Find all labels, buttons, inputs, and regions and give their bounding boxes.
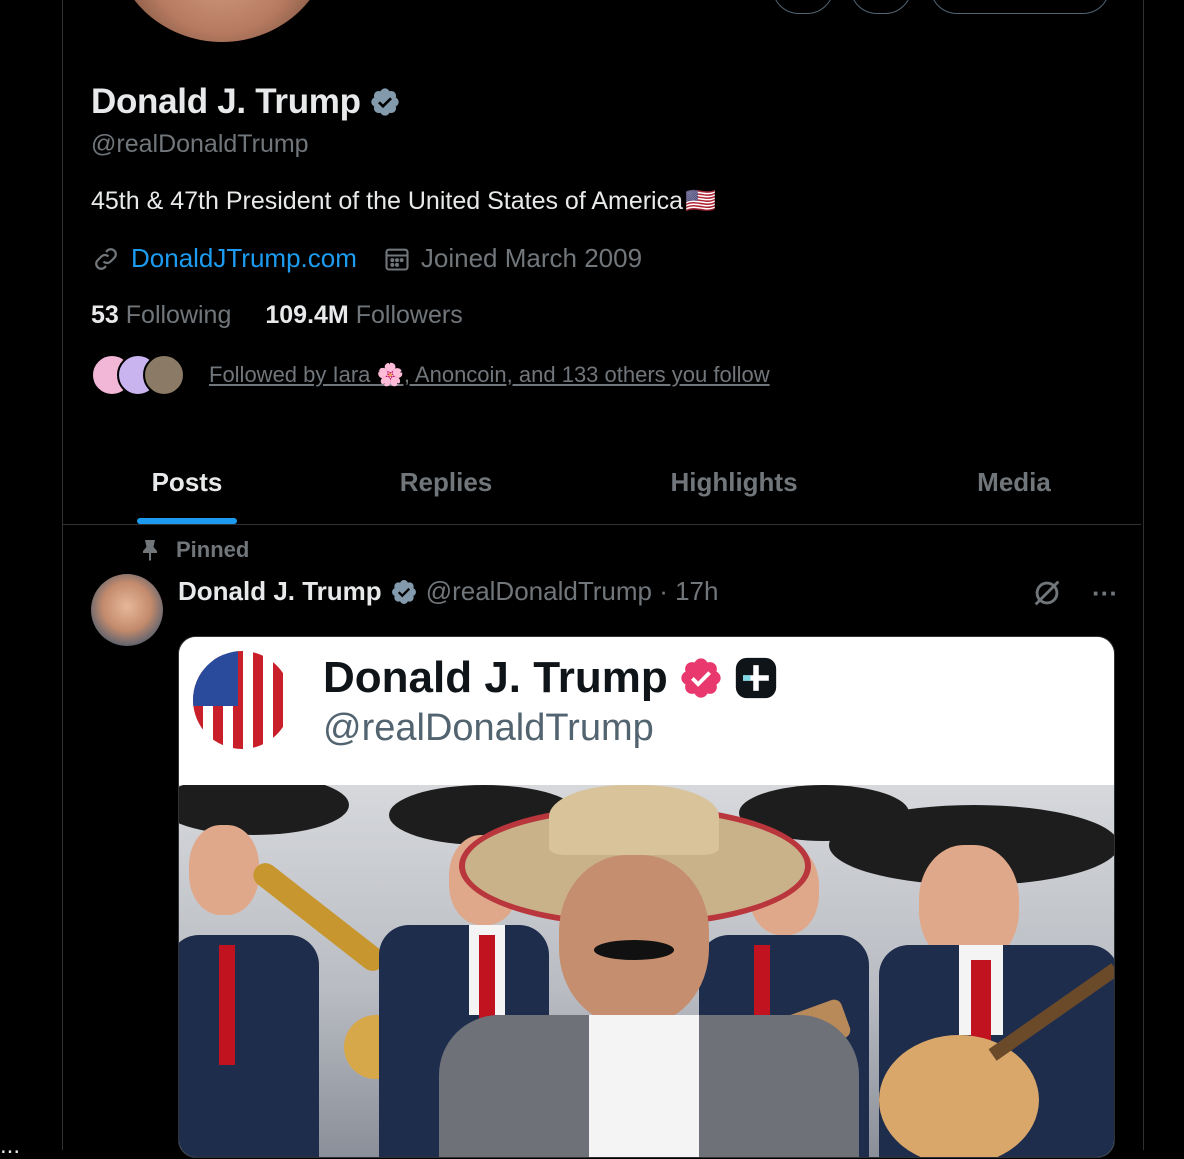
pinned-label: Pinned [176, 537, 250, 562]
follow-counts: 53 Following 109.4M Followers [91, 301, 463, 330]
following-count: 53 [91, 301, 119, 329]
sombrero-left [179, 785, 349, 835]
verified-badge-pink-icon [681, 658, 721, 698]
face-left [189, 825, 259, 915]
bio-text: 45th & 47th President of the United Stat… [91, 187, 684, 215]
followed-by-text[interactable]: Followed by Iara 🌸, Anoncoin, and 133 ot… [209, 362, 770, 388]
embedded-name-row: Donald J. Trump [323, 653, 778, 703]
profile-name: Donald J. Trump [91, 82, 361, 121]
verified-badge-icon[interactable] [369, 86, 401, 118]
following-label: Following [125, 301, 232, 329]
link-icon [95, 247, 117, 270]
profile-tabs: Posts Replies Highlights Media [63, 440, 1141, 525]
profile-bio: 45th & 47th President of the United Stat… [91, 187, 716, 216]
follower-avatar [143, 354, 185, 396]
more-icon[interactable]: ··· [1092, 578, 1118, 609]
suit-left [179, 935, 319, 1157]
center-shirt [589, 1015, 699, 1157]
post-actions: ··· [1030, 576, 1118, 610]
tie-left [219, 945, 235, 1065]
joined-date: Joined March 2009 [420, 243, 643, 273]
post-header: Donald J. Trump @realDonaldTrump · 17h [178, 576, 718, 607]
mariachi-video-frame [179, 785, 1114, 1157]
post-author-name[interactable]: Donald J. Trump [178, 576, 382, 607]
website-link[interactable]: DonaldJTrump.com [131, 243, 357, 274]
center-sombrero-crown [549, 785, 719, 855]
tab-media[interactable]: Media [887, 440, 1141, 524]
embedded-handle: @realDonaldTrump [323, 707, 654, 749]
plus-icon [735, 657, 776, 699]
followed-by-row[interactable]: Followed by Iara 🌸, Anoncoin, and 133 ot… [91, 354, 770, 396]
tab-replies[interactable]: Replies [311, 440, 581, 524]
calendar-icon [385, 248, 409, 271]
followers-label: Followers [355, 301, 463, 329]
verified-badge-icon[interactable] [390, 578, 418, 606]
pin-icon [143, 540, 157, 561]
tab-highlights[interactable]: Highlights [581, 440, 887, 524]
post-author-avatar[interactable] [91, 574, 163, 646]
embedded-profile-card: Donald J. Trump @realDonaldTrump [179, 637, 1114, 785]
us-flag-emoji: 🇺🇸 [685, 187, 717, 215]
guitar-right [879, 1035, 1039, 1157]
pinned-indicator: Pinned [138, 537, 249, 563]
mustache [594, 940, 674, 960]
embedded-name: Donald J. Trump [323, 653, 668, 702]
followers-count: 109.4M [265, 301, 349, 329]
following-link[interactable]: 53 Following [91, 301, 231, 330]
post-handle-time[interactable]: @realDonaldTrump · 17h [426, 576, 719, 607]
follow-button[interactable] [930, 0, 1110, 14]
followers-link[interactable]: 109.4M Followers [265, 301, 462, 330]
profile-meta: DonaldJTrump.com Joined March 2009 [91, 243, 642, 274]
embedded-avatar [193, 651, 291, 749]
edge-dots: ... [0, 1132, 21, 1159]
tab-posts[interactable]: Posts [63, 440, 311, 524]
profile-name-row: Donald J. Trump [91, 82, 401, 122]
grok-icon[interactable] [1030, 576, 1064, 610]
post-media[interactable]: Donald J. Trump @realDonaldTrump [178, 636, 1115, 1158]
profile-handle: @realDonaldTrump [91, 130, 309, 158]
